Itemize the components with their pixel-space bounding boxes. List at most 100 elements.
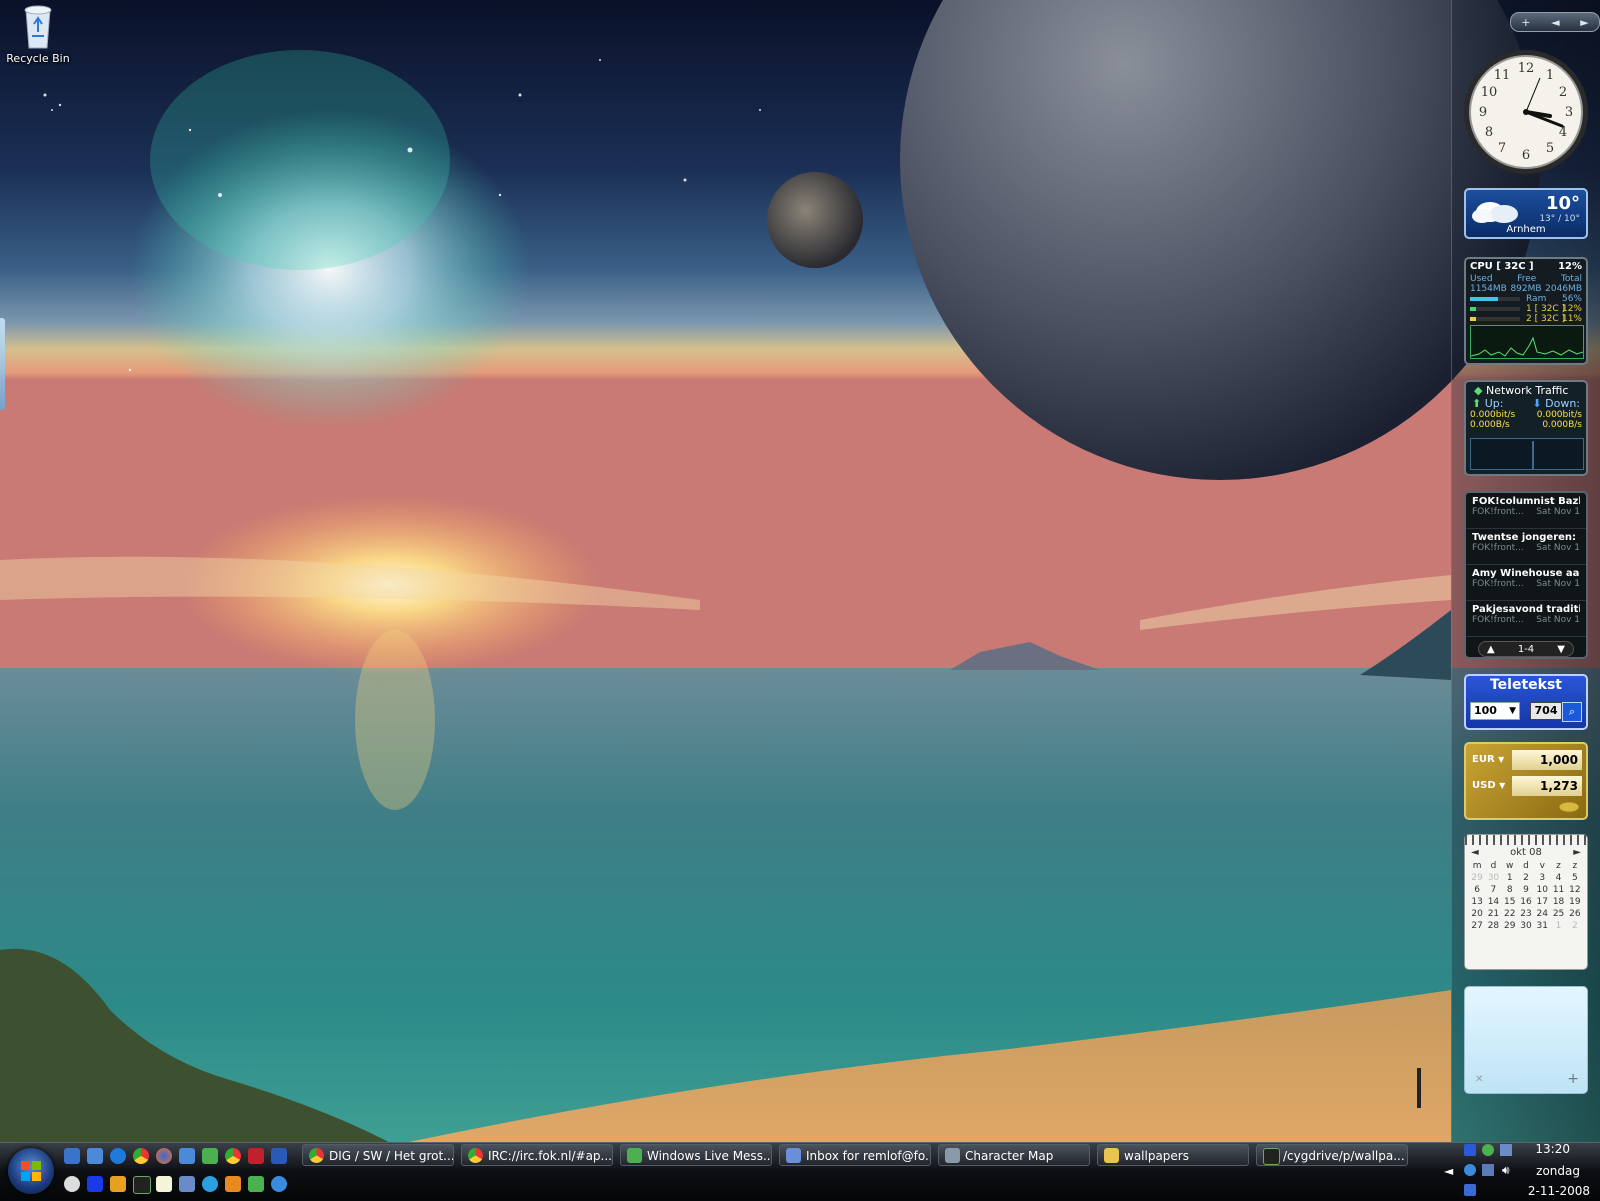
skype-icon[interactable] bbox=[202, 1176, 218, 1192]
messenger-tray-icon[interactable] bbox=[1482, 1144, 1494, 1156]
calendar-day[interactable]: 28 bbox=[1485, 920, 1501, 932]
to-currency-select[interactable]: USD ▼ bbox=[1472, 780, 1505, 791]
remote-desktop-icon[interactable] bbox=[271, 1148, 287, 1164]
calendar-day[interactable]: 14 bbox=[1485, 896, 1501, 908]
calendar-day[interactable]: 12 bbox=[1567, 884, 1583, 896]
teletekst-page-select[interactable]: 100 ▼ bbox=[1470, 702, 1520, 720]
recycle-bin[interactable]: Recycle Bin bbox=[6, 2, 70, 65]
calendar-day[interactable]: 22 bbox=[1502, 908, 1518, 920]
next-gadget-button[interactable]: ► bbox=[1580, 16, 1588, 29]
taskbar-clock-time[interactable]: 13:20 bbox=[1535, 1142, 1570, 1156]
currency-converter-gadget[interactable]: EUR ▼ 1,000 USD ▼ 1,273 bbox=[1464, 742, 1588, 820]
calendar-day[interactable]: 2 bbox=[1567, 920, 1583, 932]
calendar-day[interactable]: 5 bbox=[1567, 872, 1583, 884]
calendar-day[interactable]: 8 bbox=[1502, 884, 1518, 896]
taskbar-button[interactable]: DIG / SW / Het grot... bbox=[302, 1144, 454, 1166]
media-player-icon[interactable] bbox=[225, 1176, 241, 1192]
calendar-day[interactable]: 16 bbox=[1518, 896, 1534, 908]
bluetooth-icon[interactable] bbox=[1464, 1144, 1476, 1156]
cpu-meter-gadget[interactable]: CPU [ 32C ] 12% Used Free Total 1154MB 8… bbox=[1464, 257, 1588, 365]
messenger-alt-icon[interactable] bbox=[248, 1176, 264, 1192]
notes-gadget[interactable]: ✕ + bbox=[1464, 986, 1588, 1094]
calendar-day[interactable]: 30 bbox=[1518, 920, 1534, 932]
show-desktop-icon[interactable] bbox=[64, 1148, 80, 1164]
calendar-day[interactable]: 6 bbox=[1469, 884, 1485, 896]
lightning-icon[interactable] bbox=[110, 1176, 126, 1192]
network-globe-icon[interactable] bbox=[271, 1176, 287, 1192]
calendar-day[interactable]: 13 bbox=[1469, 896, 1485, 908]
calendar-day[interactable]: 1 bbox=[1550, 920, 1566, 932]
star-icon[interactable] bbox=[87, 1176, 103, 1192]
shield-icon[interactable] bbox=[1464, 1184, 1476, 1196]
calendar-day[interactable]: 15 bbox=[1502, 896, 1518, 908]
messenger-icon[interactable] bbox=[202, 1148, 218, 1164]
taskbar-button[interactable]: Character Map bbox=[938, 1144, 1090, 1166]
network-icon[interactable] bbox=[1500, 1144, 1512, 1156]
start-button[interactable] bbox=[8, 1148, 54, 1194]
calendar-day[interactable]: 20 bbox=[1469, 908, 1485, 920]
feed-up-icon[interactable]: ▲ bbox=[1487, 644, 1495, 655]
calendar-day[interactable]: 9 bbox=[1518, 884, 1534, 896]
volume-icon[interactable]: 🔊︎ bbox=[1502, 1163, 1510, 1178]
from-currency-select[interactable]: EUR ▼ bbox=[1472, 754, 1504, 765]
calendar-day[interactable]: 29 bbox=[1469, 872, 1485, 884]
chrome-tray-icon[interactable] bbox=[1464, 1164, 1476, 1176]
prev-gadget-button[interactable]: ◄ bbox=[1551, 16, 1559, 29]
prev-month-icon[interactable]: ◄ bbox=[1471, 847, 1479, 858]
taskbar-button[interactable]: wallpapers bbox=[1097, 1144, 1249, 1166]
calendar-day[interactable]: 1 bbox=[1502, 872, 1518, 884]
tray-expand-icon[interactable]: ◄ bbox=[1444, 1164, 1453, 1178]
calendar-day[interactable]: 29 bbox=[1502, 920, 1518, 932]
search-icon[interactable]: ⌕ bbox=[1562, 702, 1582, 722]
taskbar-clock-date[interactable]: 2-11-2008 bbox=[1528, 1184, 1590, 1198]
calendar-day[interactable]: 4 bbox=[1550, 872, 1566, 884]
feed-item[interactable]: Twentse jongeren: S... FOK!front... Sat N… bbox=[1466, 529, 1586, 565]
from-amount-field[interactable]: 1,000 bbox=[1512, 750, 1582, 770]
firefox-icon[interactable] bbox=[156, 1148, 172, 1164]
feed-item[interactable]: Amy Winehouse aan... FOK!front... Sat Nov… bbox=[1466, 565, 1586, 601]
calendar-day[interactable]: 18 bbox=[1550, 896, 1566, 908]
calendar-day[interactable]: 25 bbox=[1550, 908, 1566, 920]
taskbar-button[interactable]: /cygdrive/p/wallpa... bbox=[1256, 1144, 1408, 1166]
feed-item[interactable]: FOK!columnist Bazb... FOK!front... Sat No… bbox=[1466, 493, 1586, 529]
taskbar-button[interactable]: IRC://irc.fok.nl/#ap... bbox=[461, 1144, 613, 1166]
chrome-icon[interactable] bbox=[133, 1148, 149, 1164]
calendar-day[interactable]: 17 bbox=[1534, 896, 1550, 908]
calendar-day[interactable]: 31 bbox=[1534, 920, 1550, 932]
calendar-day[interactable]: 21 bbox=[1485, 908, 1501, 920]
feed-headlines-gadget[interactable]: FOK!columnist Bazb... FOK!front... Sat No… bbox=[1464, 491, 1588, 659]
connection-icon[interactable] bbox=[1482, 1164, 1494, 1176]
edge-panel-tab[interactable] bbox=[0, 318, 5, 410]
gadget-icon[interactable] bbox=[179, 1176, 195, 1192]
internet-explorer-icon[interactable] bbox=[110, 1148, 126, 1164]
calendar-day[interactable]: 27 bbox=[1469, 920, 1485, 932]
pinwheel-icon[interactable] bbox=[64, 1176, 80, 1192]
chrome-alt-icon[interactable] bbox=[225, 1148, 241, 1164]
add-gadget-button[interactable]: + bbox=[1521, 16, 1530, 29]
next-month-icon[interactable]: ► bbox=[1573, 847, 1581, 858]
taskbar-button[interactable]: Windows Live Mess... bbox=[620, 1144, 772, 1166]
taskbar-button[interactable]: Inbox for remlof@fo... bbox=[779, 1144, 931, 1166]
calendar-gadget[interactable]: ◄ okt 08 ► mdwdvzz 29 30 1 2 3 4 5 6 7 8 9 10 11 12 … bbox=[1464, 834, 1588, 970]
switch-windows-icon[interactable] bbox=[87, 1148, 103, 1164]
clock-gadget[interactable]: 12 1 2 3 45 6 78 9 10 11 bbox=[1462, 48, 1590, 176]
network-traffic-gadget[interactable]: ◆ Network Traffic ⬆ Up: ⬇ Down: 0.000bit… bbox=[1464, 380, 1588, 476]
filezilla-icon[interactable] bbox=[248, 1148, 264, 1164]
notepad-icon[interactable] bbox=[156, 1176, 172, 1192]
calendar-day[interactable]: 10 bbox=[1534, 884, 1550, 896]
weather-gadget[interactable]: 10° 13° / 10° Arnhem bbox=[1464, 188, 1588, 239]
feed-down-icon[interactable]: ▼ bbox=[1557, 644, 1565, 655]
to-amount-field[interactable]: 1,273 bbox=[1512, 776, 1582, 796]
calendar-day[interactable]: 2 bbox=[1518, 872, 1534, 884]
calendar-day[interactable]: 30 bbox=[1485, 872, 1501, 884]
calendar-day[interactable]: 19 bbox=[1567, 896, 1583, 908]
terminal-icon[interactable] bbox=[133, 1176, 151, 1194]
add-note-icon[interactable]: + bbox=[1567, 1071, 1579, 1087]
calendar-day[interactable]: 24 bbox=[1534, 908, 1550, 920]
feed-item[interactable]: Pakjesavond traditie ... FOK!front... Sat… bbox=[1466, 601, 1586, 637]
calendar-day[interactable]: 26 bbox=[1567, 908, 1583, 920]
calendar-day[interactable]: 7 bbox=[1485, 884, 1501, 896]
close-icon[interactable]: ✕ bbox=[1475, 1074, 1483, 1085]
teletekst-subpage-field[interactable]: 704 bbox=[1530, 702, 1562, 720]
calendar-day[interactable]: 3 bbox=[1534, 872, 1550, 884]
